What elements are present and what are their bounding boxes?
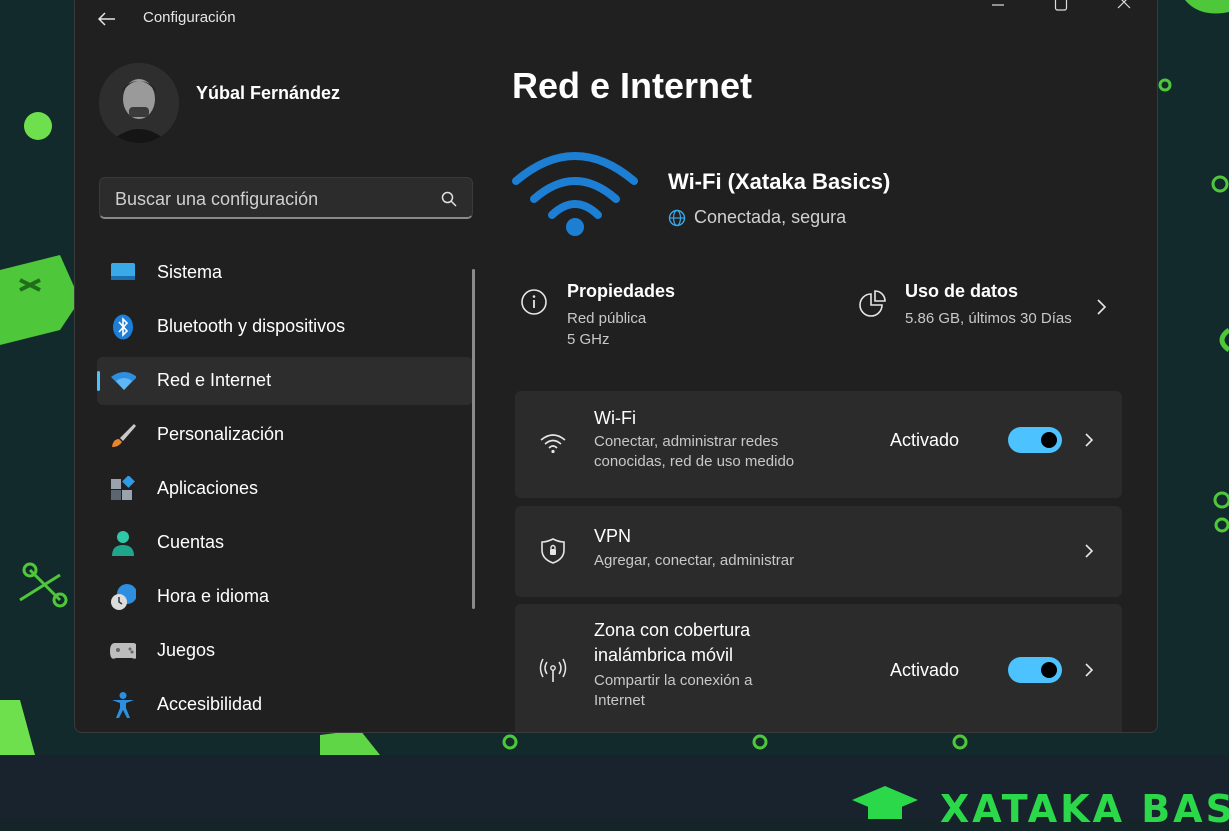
wifi-icon <box>539 429 567 457</box>
monitor-icon <box>110 260 136 286</box>
wifi-toggle[interactable] <box>1008 427 1062 453</box>
clock-globe-icon <box>110 584 136 610</box>
person-icon <box>110 530 136 556</box>
vpn-card-description: Agregar, conectar, administrar <box>594 552 795 569</box>
minimize-icon <box>992 4 1004 6</box>
mobile-hotspot-card-title: Zona con cobertura inalámbrica móvil <box>594 620 751 665</box>
info-circle-icon <box>520 288 548 321</box>
close-icon <box>1117 0 1131 9</box>
search-input[interactable]: Buscar una configuración <box>99 177 473 219</box>
pie-chart-icon <box>859 289 887 322</box>
sidebar-item-label: Aplicaciones <box>157 478 259 498</box>
wifi-large-icon <box>512 152 638 236</box>
brand-logo <box>850 782 920 819</box>
close-button[interactable] <box>1101 0 1147 15</box>
data-usage-title: Uso de datos <box>905 281 1019 301</box>
vpn-card[interactable]: VPN Agregar, conectar, administrar <box>515 506 1122 597</box>
toggle-knob <box>1041 662 1057 678</box>
brand-text: XATAKA BASIC <box>940 787 1229 831</box>
brush-icon <box>110 422 136 448</box>
sidebar-item-label: Accesibilidad <box>157 694 263 714</box>
connection-status: Conectada, segura <box>668 207 846 228</box>
connection-status-text: Conectada, segura <box>694 207 847 227</box>
hotspot-antenna-icon <box>539 656 567 684</box>
wifi-card[interactable]: Wi-Fi Conectar, administrar redes conoci… <box>515 391 1122 498</box>
bluetooth-icon <box>110 314 136 340</box>
sidebar-item-aplicaciones[interactable]: Aplicaciones <box>97 465 473 513</box>
chevron-right-icon <box>1097 299 1107 315</box>
wifi-card-title: Wi-Fi <box>594 408 636 428</box>
apps-icon <box>110 476 136 502</box>
sidebar-item-cuentas[interactable]: Cuentas <box>97 519 473 567</box>
properties-link[interactable]: Propiedades Red pública 5 GHz <box>567 281 675 350</box>
mobile-hotspot-state-label: Activado <box>890 660 960 680</box>
sidebar-item-juegos[interactable]: Juegos <box>97 627 473 675</box>
minimize-button[interactable] <box>975 0 1021 15</box>
page-title: Red e Internet <box>512 65 753 106</box>
avatar[interactable] <box>99 63 179 143</box>
toggle-knob <box>1041 432 1057 448</box>
sidebar-item-hora-e-idioma[interactable]: Hora e idioma <box>97 573 473 621</box>
properties-title: Propiedades <box>567 281 676 301</box>
chevron-right-icon <box>1085 663 1094 677</box>
sidebar-item-label: Personalización <box>157 424 285 444</box>
sidebar-nav: Sistema Bluetooth y dispositivos Red e I… <box>97 249 473 732</box>
wifi-icon <box>110 368 136 394</box>
shield-icon <box>539 537 567 565</box>
sidebar-item-accesibilidad[interactable]: Accesibilidad <box>97 681 473 729</box>
graduation-cap-icon <box>852 786 918 819</box>
sidebar-item-label: Bluetooth y dispositivos <box>157 316 346 336</box>
sidebar-item-label: Red e Internet <box>157 370 272 390</box>
settings-window: Configuración Yúbal Fernández Buscar una… <box>74 0 1158 733</box>
user-name: Yúbal Fernández <box>196 83 341 103</box>
sidebar-item-label: Hora e idioma <box>157 586 270 606</box>
properties-network-type: Red pública <box>567 310 647 327</box>
search-icon <box>441 191 457 207</box>
mobile-hotspot-card[interactable]: Zona con cobertura inalámbrica móvil Com… <box>515 604 1122 732</box>
sidebar-item-label: Juegos <box>157 640 216 660</box>
connection-name: Wi-Fi (Xataka Basics) <box>668 169 891 194</box>
sidebar-scrollbar[interactable] <box>472 269 475 609</box>
sidebar-item-bluetooth[interactable]: Bluetooth y dispositivos <box>97 303 473 351</box>
globe-icon <box>668 209 686 226</box>
maximize-button[interactable] <box>1038 0 1084 15</box>
sidebar-item-sistema[interactable]: Sistema <box>97 249 473 297</box>
search-placeholder: Buscar una configuración <box>115 189 319 209</box>
properties-band: 5 GHz <box>567 331 610 348</box>
arrow-left-icon <box>98 12 115 26</box>
mobile-hotspot-card-description: Compartir la conexión a Internet <box>594 672 753 709</box>
maximize-icon <box>1054 0 1068 11</box>
sidebar-item-label: Sistema <box>157 262 223 282</box>
sidebar-item-label: Cuentas <box>157 532 225 552</box>
mobile-hotspot-toggle[interactable] <box>1008 657 1062 683</box>
back-button[interactable] <box>93 5 121 33</box>
active-indicator <box>97 371 100 391</box>
title-bar: Configuración <box>75 0 1157 39</box>
wifi-state-label: Activado <box>890 430 960 450</box>
chevron-right-icon <box>1085 433 1094 447</box>
wifi-card-description: Conectar, administrar redes conocidas, r… <box>594 433 795 470</box>
chevron-right-icon <box>1085 544 1094 558</box>
data-usage-detail: 5.86 GB, últimos 30 Días <box>905 310 1072 327</box>
accessibility-icon <box>110 692 136 718</box>
gamepad-icon <box>110 638 136 664</box>
sidebar-item-personalizacion[interactable]: Personalización <box>97 411 473 459</box>
sidebar-item-red-e-internet[interactable]: Red e Internet <box>97 357 473 405</box>
vpn-card-title: VPN <box>594 526 632 546</box>
data-usage-link[interactable]: Uso de datos 5.86 GB, últimos 30 Días <box>905 281 1072 329</box>
window-title: Configuración <box>143 9 236 26</box>
avatar-image <box>99 63 179 143</box>
